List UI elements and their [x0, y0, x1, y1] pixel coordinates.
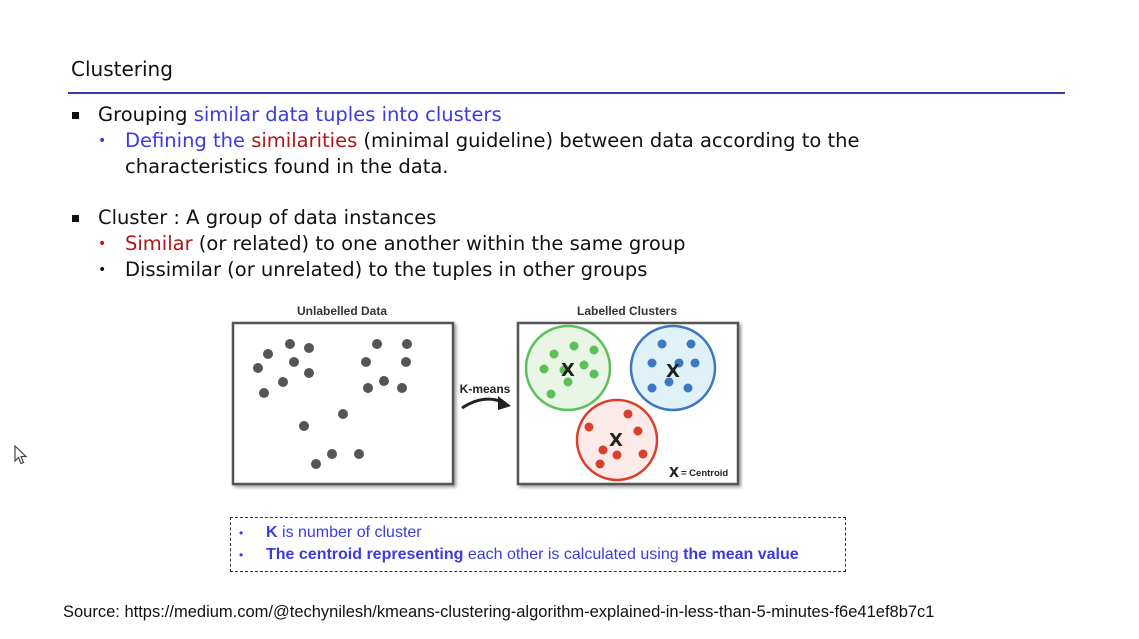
sub-bullet-red: similarities	[251, 129, 358, 152]
note-box: • K is number of cluster • The centroid re…	[230, 517, 846, 572]
sub-bullet-blue: Defining the	[125, 129, 252, 152]
bullet-text: Grouping	[98, 103, 194, 126]
sub-bullet-red: Similar	[125, 232, 193, 255]
note-line-centroid: • The centroid representing each other is…	[239, 546, 799, 564]
note-bold: the mean value	[683, 546, 799, 563]
arrow-head-icon	[498, 396, 511, 410]
note-bold: The centroid representing	[266, 546, 464, 563]
note-line-k: • K is number of cluster	[239, 524, 422, 542]
dot-bullet-icon: •	[98, 262, 107, 278]
labelled-title: Labelled Clusters	[577, 304, 677, 318]
sub-bullet-similarities: • Defining the similarities (minimal gui…	[98, 128, 859, 180]
note-bullet-icon: •	[239, 548, 244, 562]
square-bullet-icon	[72, 215, 79, 222]
square-bullet-icon	[72, 112, 79, 119]
sub-bullet-text: (minimal guideline) between data accordi…	[357, 129, 860, 152]
bullet-grouping: Grouping similar data tuples into cluste…	[72, 102, 502, 128]
sub-bullet-similar: • Similar (or related) to one another wi…	[98, 231, 686, 257]
dot-bullet-icon: •	[98, 236, 107, 252]
unlabelled-panel	[231, 321, 455, 486]
note-bullet-icon: •	[239, 526, 244, 540]
centroid-legend-icon: X	[669, 466, 679, 481]
source-citation: Source: https://medium.com/@techynilesh/…	[63, 603, 935, 621]
kmeans-label: K-means	[460, 382, 511, 396]
sub-bullet-line2: characteristics found in the data.	[125, 155, 449, 178]
centroid-blue-icon: X	[666, 361, 680, 382]
arrow-icon	[461, 397, 504, 410]
sub-bullet-text: Dissimilar (or unrelated) to the tuples …	[125, 258, 648, 281]
unlabelled-title: Unlabelled Data	[297, 304, 387, 318]
title-divider	[68, 92, 1065, 94]
bullet-text: Cluster : A group of data instances	[98, 206, 437, 229]
sub-bullet-text: (or related) to one another within the s…	[192, 232, 686, 255]
note-text: each other is calculated using	[463, 546, 684, 563]
slide-title: Clustering	[71, 57, 173, 81]
centroid-red-icon: X	[609, 430, 623, 451]
kmeans-figure: Unlabelled Data K-means Labelled Cluster…	[231, 304, 740, 486]
note-bold: K	[266, 524, 278, 541]
bullet-cluster: Cluster : A group of data instances	[72, 205, 436, 231]
mouse-pointer-icon	[14, 445, 28, 465]
bullet-highlight: similar data tuples into clusters	[193, 103, 502, 126]
note-text: is number of cluster	[277, 524, 422, 541]
centroid-green-icon: X	[561, 360, 575, 381]
sub-bullet-dissimilar: • Dissimilar (or unrelated) to the tuple…	[98, 257, 647, 283]
dot-bullet-icon: •	[98, 133, 107, 149]
centroid-legend-label: = Centroid	[681, 468, 728, 479]
